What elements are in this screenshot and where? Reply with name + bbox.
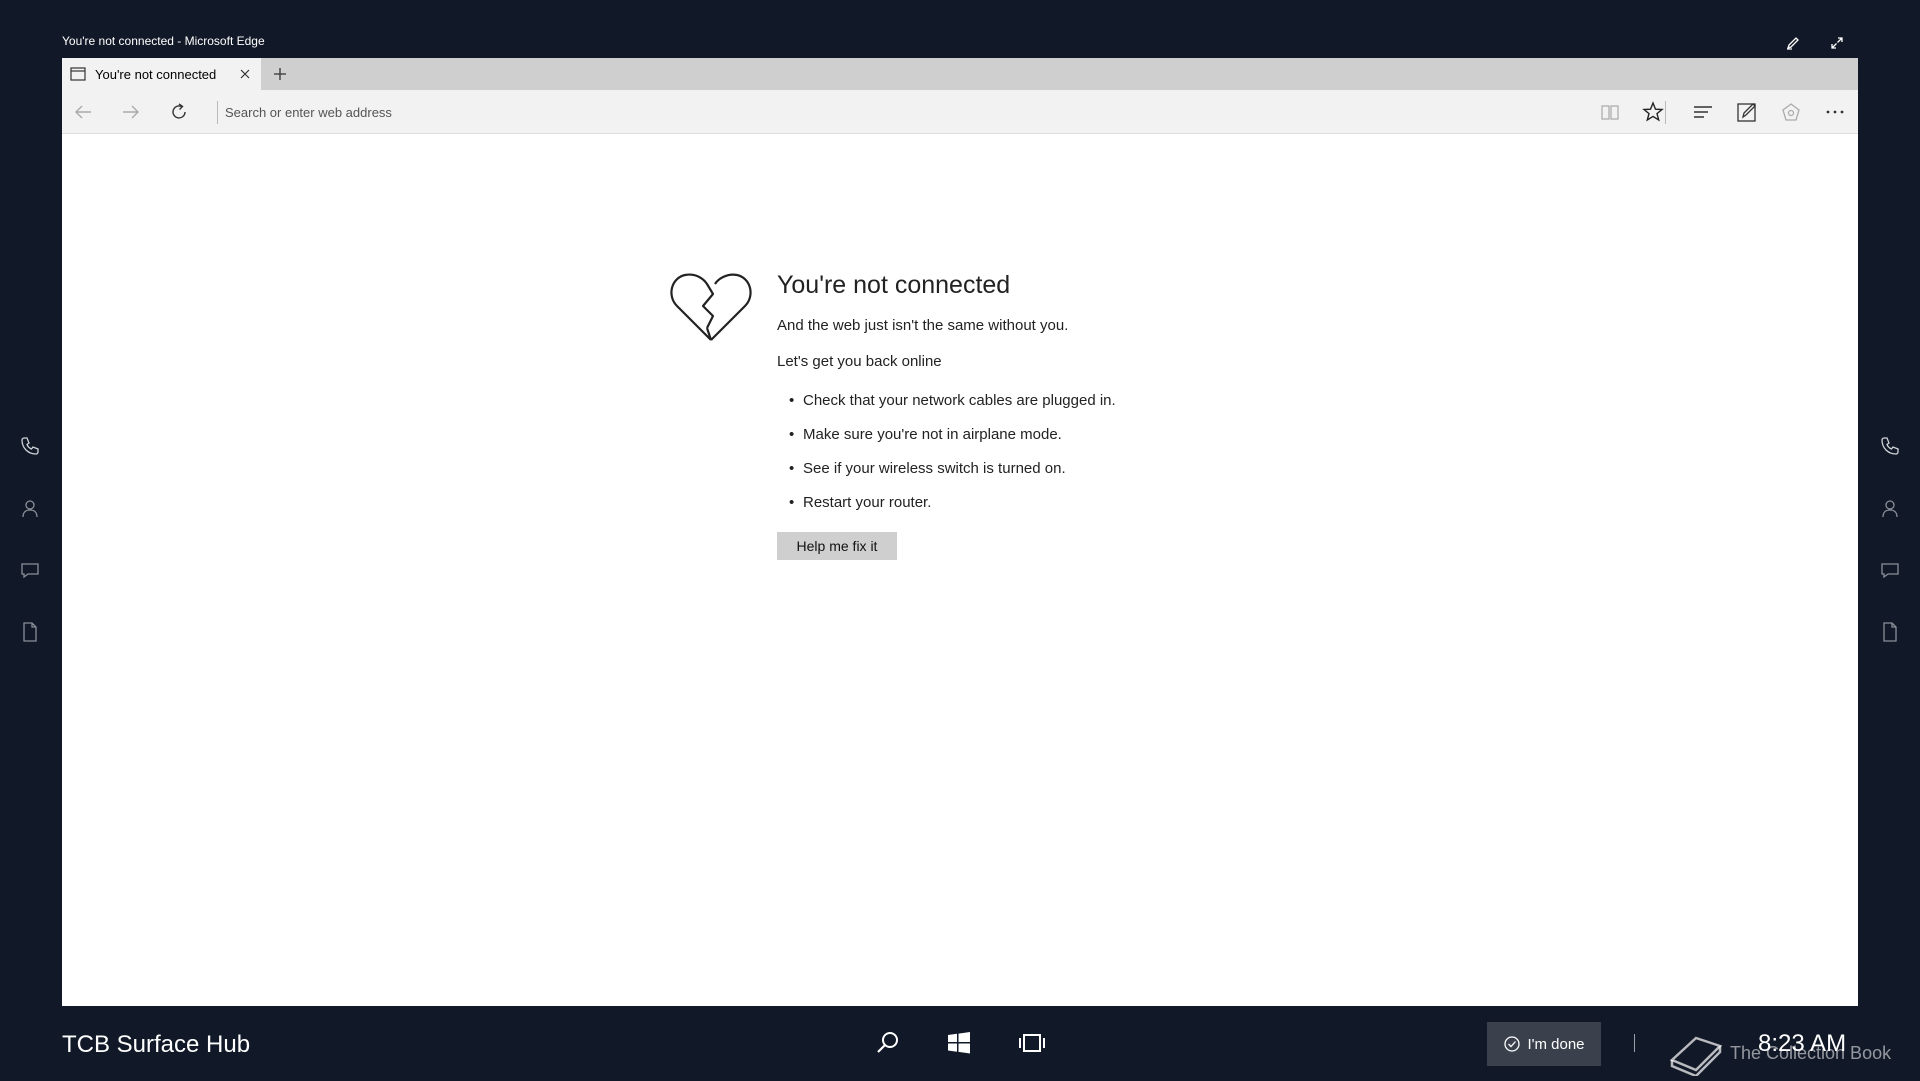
taskbar: TCB Surface Hub I'm done The Collection … [0, 1006, 1920, 1080]
phone-icon[interactable] [19, 435, 41, 457]
forward-icon[interactable] [120, 101, 142, 123]
tray-separator [1634, 1034, 1635, 1052]
clock: 8:23 AM [1758, 1030, 1847, 1057]
person-icon[interactable] [1879, 497, 1901, 519]
edge-browser-window: You're not connected Search or enter web… [62, 58, 1858, 1006]
tip-text: Check that your network cables are plugg… [803, 392, 1116, 409]
toolbar-separator [1665, 101, 1666, 124]
search-icon[interactable] [873, 1028, 903, 1058]
favorites-star-icon[interactable] [1642, 101, 1664, 123]
chat-icon[interactable] [1879, 559, 1901, 581]
list-item: • See if your wireless switch is turned o… [789, 460, 1066, 477]
task-view-icon[interactable] [1017, 1028, 1047, 1058]
share-icon[interactable] [1780, 101, 1802, 123]
more-icon[interactable] [1824, 101, 1846, 123]
broken-heart-icon [669, 270, 753, 349]
start-windows-icon[interactable] [944, 1028, 974, 1058]
troubleshooting-list: • Check that your network cables are plug… [777, 392, 1116, 528]
address-input[interactable] [225, 100, 1225, 124]
navigation-bar [62, 90, 1858, 134]
tip-text: Make sure you're not in airplane mode. [803, 426, 1062, 443]
pen-icon[interactable] [1782, 32, 1804, 54]
list-item: • Restart your router. [789, 494, 932, 511]
list-item: • Check that your network cables are plug… [789, 392, 1116, 409]
tab-active[interactable]: You're not connected [62, 58, 261, 90]
page-icon [70, 67, 86, 86]
collection-book-logo-icon [1668, 1030, 1728, 1081]
help-me-fix-it-button[interactable]: Help me fix it [777, 532, 897, 560]
tab-label: You're not connected [95, 67, 217, 82]
person-icon[interactable] [19, 497, 41, 519]
tip-text: Restart your router. [803, 494, 932, 511]
page-content: You're not connected And the web just is… [62, 135, 1858, 1006]
chat-icon[interactable] [19, 559, 41, 581]
web-note-icon[interactable] [1736, 101, 1758, 123]
im-done-label: I'm done [1527, 1035, 1585, 1053]
address-separator [217, 101, 218, 124]
im-done-button[interactable]: I'm done [1487, 1022, 1601, 1066]
error-subtitle: And the web just isn't the same without … [777, 317, 1069, 334]
phone-icon[interactable] [1879, 435, 1901, 457]
error-title: You're not connected [777, 271, 1011, 299]
refresh-icon[interactable] [168, 101, 190, 123]
back-icon[interactable] [72, 101, 94, 123]
tab-strip: You're not connected [62, 58, 1858, 90]
device-name: TCB Surface Hub [62, 1031, 251, 1058]
new-tab-icon[interactable] [270, 64, 290, 84]
window-titlebar: You're not connected - Microsoft Edge [62, 30, 1858, 58]
tip-text: See if your wireless switch is turned on… [803, 460, 1066, 477]
window-title: You're not connected - Microsoft Edge [62, 34, 265, 48]
document-icon[interactable] [19, 621, 41, 643]
check-circle-icon [1504, 1036, 1521, 1052]
document-icon[interactable] [1879, 621, 1901, 643]
hub-icon[interactable] [1692, 101, 1714, 123]
error-online-heading: Let's get you back online [777, 353, 942, 370]
close-tab-icon[interactable] [238, 67, 252, 86]
fullscreen-icon[interactable] [1826, 32, 1848, 54]
reading-view-icon[interactable] [1599, 101, 1621, 123]
list-item: • Make sure you're not in airplane mode. [789, 426, 1062, 443]
